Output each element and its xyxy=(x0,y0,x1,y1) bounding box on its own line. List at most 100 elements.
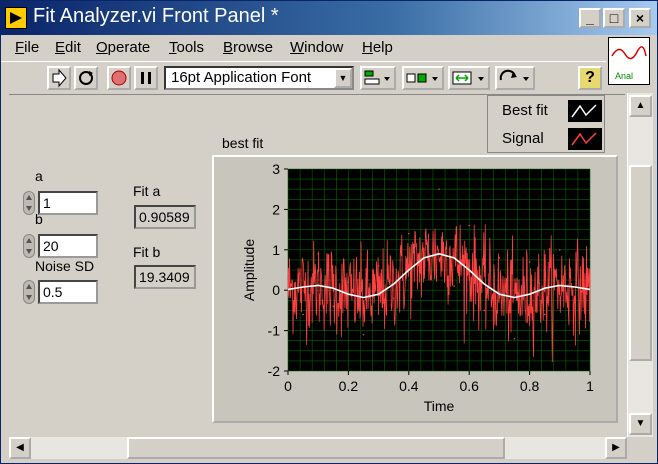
signal-point xyxy=(423,277,425,279)
reorder-icon xyxy=(499,69,529,81)
increment-arrows[interactable] xyxy=(23,234,35,258)
fit-a-label: Fit a xyxy=(133,183,161,199)
menu-browse[interactable]: Browse xyxy=(223,39,273,56)
control-a-input[interactable]: 1 xyxy=(38,191,98,215)
signal-point xyxy=(513,337,516,340)
vertical-scrollbar[interactable]: ▲ ▼ xyxy=(627,93,653,437)
menu-operate[interactable]: Operate xyxy=(96,39,150,56)
signal-point xyxy=(408,232,410,235)
horizontal-scrollbar[interactable]: ◀ ▶ xyxy=(9,437,627,459)
signal-point xyxy=(528,261,531,263)
legend-item-best-fit[interactable]: Best fit xyxy=(488,98,606,124)
context-help-button[interactable]: ? xyxy=(578,66,602,90)
menu-window[interactable]: Window xyxy=(290,39,343,56)
x-tick-label: 0.4 xyxy=(399,378,419,394)
scroll-right-arrow[interactable]: ▶ xyxy=(605,437,627,459)
x-tick-label: 0.6 xyxy=(459,378,479,394)
y-axis-label: Amplitude xyxy=(241,239,257,301)
waveform-graph[interactable]: 0 0.2 0.4 0.6 0.8 1 3 2 1 0 -1 -2 Time Amplitude xyxy=(212,155,618,423)
increment-arrows[interactable] xyxy=(23,280,35,304)
font-dropdown-value: 16pt Application Font xyxy=(171,69,312,86)
graph-plot-area[interactable]: 0 0.2 0.4 0.6 0.8 1 3 2 1 0 -1 -2 Time Amplitude xyxy=(214,157,616,421)
legend-label: Signal xyxy=(502,130,544,147)
fit-b-label: Fit b xyxy=(133,244,161,260)
waveform-icon xyxy=(611,46,647,60)
x-tick-label: 0 xyxy=(284,378,292,394)
legend-item-signal[interactable]: Signal xyxy=(488,126,606,152)
labview-run-icon xyxy=(5,7,27,29)
maximize-button[interactable]: □ xyxy=(603,8,625,28)
control-a-label: a xyxy=(35,168,43,184)
chevron-down-icon[interactable]: ▼ xyxy=(334,68,352,88)
control-b-label: b xyxy=(35,211,43,227)
menu-help[interactable]: Help xyxy=(362,39,393,56)
x-tick-label: 0.8 xyxy=(520,378,540,394)
menu-file[interactable]: File xyxy=(15,39,39,56)
menu-tools[interactable]: Tools xyxy=(169,39,204,56)
menu-bar: File Edit Operate Tools Browse Window He… xyxy=(1,35,657,61)
signal-point xyxy=(574,301,576,304)
noise-sd-label: Noise SD xyxy=(35,258,95,274)
scroll-up-arrow[interactable]: ▲ xyxy=(629,95,652,117)
x-tick-label: 1 xyxy=(586,378,594,394)
signal-point xyxy=(559,249,561,251)
y-tick-label: -1 xyxy=(268,323,281,339)
control-b-input[interactable]: 20 xyxy=(38,234,98,258)
vi-icon-label: Anal xyxy=(615,71,634,81)
scroll-thumb[interactable] xyxy=(127,437,505,459)
signal-point xyxy=(332,305,335,308)
control-b[interactable]: 20 xyxy=(23,234,103,258)
signal-point xyxy=(392,297,395,300)
toolbar: 16pt Application Font ▼ ? xyxy=(1,61,606,93)
signal-point xyxy=(287,277,289,279)
title-bar[interactable]: Fit Analyzer.vi Front Panel * _ □ × xyxy=(1,1,657,35)
signal-point xyxy=(483,309,486,312)
signal-point xyxy=(453,285,455,287)
align-objects-button[interactable] xyxy=(360,66,396,90)
run-continuously-button[interactable] xyxy=(74,66,98,90)
signal-point xyxy=(543,313,546,316)
y-tick-label: -2 xyxy=(268,363,281,379)
close-button[interactable]: × xyxy=(629,8,651,28)
run-button[interactable] xyxy=(47,66,71,90)
resize-icon xyxy=(452,71,484,85)
abort-button[interactable] xyxy=(107,66,131,90)
scroll-left-arrow[interactable]: ◀ xyxy=(9,437,31,459)
pause-icon xyxy=(141,72,151,84)
reorder-button[interactable] xyxy=(495,66,535,90)
scroll-thumb[interactable] xyxy=(629,165,652,361)
run-continuously-icon xyxy=(79,71,93,85)
window-title: Fit Analyzer.vi Front Panel * xyxy=(33,5,279,27)
font-dropdown[interactable]: 16pt Application Font ▼ xyxy=(164,66,354,90)
distribute-icon xyxy=(406,73,438,83)
legend-label: Best fit xyxy=(502,102,548,119)
legend-swatch-signal xyxy=(568,128,602,150)
signal-point xyxy=(362,333,365,336)
align-icon xyxy=(364,70,390,85)
vi-connector-icon[interactable]: Anal xyxy=(608,37,650,85)
signal-point xyxy=(589,281,591,283)
increment-arrows[interactable] xyxy=(23,191,35,215)
noise-sd-control[interactable]: 0.5 xyxy=(23,280,103,304)
distribute-objects-button[interactable] xyxy=(402,66,444,90)
y-tick-label: 1 xyxy=(272,242,280,258)
legend-swatch-best-fit xyxy=(568,100,602,122)
signal-point xyxy=(302,313,304,316)
plot-legend[interactable]: Best fit Signal xyxy=(487,95,605,153)
resize-objects-button[interactable] xyxy=(448,66,490,90)
fit-a-indicator: 0.90589 xyxy=(134,205,196,229)
graph-label: best fit xyxy=(222,135,264,151)
x-axis-label: Time xyxy=(424,398,455,414)
run-arrow-icon xyxy=(52,68,67,88)
scroll-down-arrow[interactable]: ▼ xyxy=(629,413,652,435)
vi-window: Fit Analyzer.vi Front Panel * _ □ × File… xyxy=(0,0,658,464)
menu-edit[interactable]: Edit xyxy=(55,39,81,56)
y-tick-label: 2 xyxy=(272,201,280,217)
signal-point xyxy=(438,188,440,190)
signal-point xyxy=(347,281,350,283)
minimize-button[interactable]: _ xyxy=(579,8,601,28)
fit-b-indicator: 19.3409 xyxy=(134,265,196,289)
noise-sd-input[interactable]: 0.5 xyxy=(38,280,98,304)
stop-icon xyxy=(111,70,127,86)
pause-button[interactable] xyxy=(134,66,158,90)
